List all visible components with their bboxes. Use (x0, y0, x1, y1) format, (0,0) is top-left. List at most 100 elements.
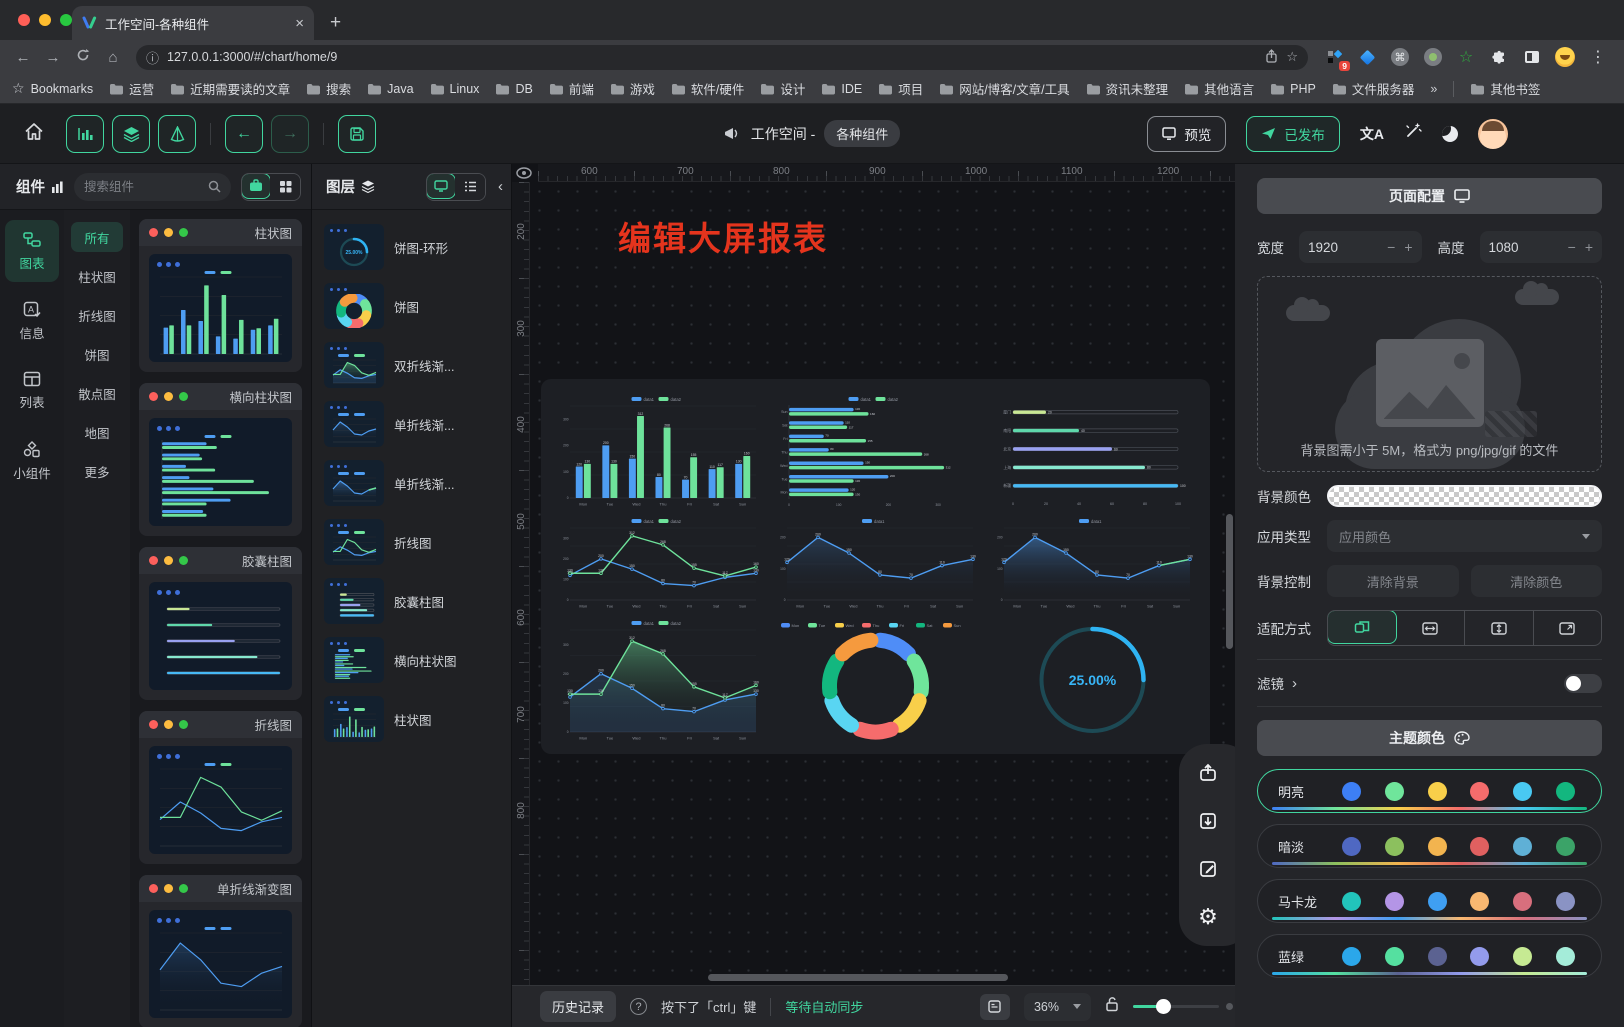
layer-item[interactable]: 胶囊柱图 (324, 578, 499, 624)
share-icon[interactable] (1265, 49, 1278, 66)
search-input[interactable] (84, 180, 202, 194)
publish-button[interactable]: 已发布 (1246, 116, 1340, 152)
adapt-stretch-button[interactable] (1534, 611, 1602, 645)
category-item[interactable]: 折线图 (71, 300, 123, 330)
close-window-button[interactable] (18, 14, 30, 26)
browser-forward-icon[interactable]: → (40, 49, 66, 66)
page-config-header[interactable]: 页面配置 (1257, 178, 1602, 214)
bookmark-folder[interactable]: 搜索 (306, 79, 351, 98)
layer-item[interactable]: 饼图 (324, 283, 499, 329)
category-item[interactable]: 柱状图 (71, 261, 123, 291)
history-button[interactable]: 历史记录 (540, 991, 616, 1022)
extension-diamond-icon[interactable] (1357, 47, 1377, 67)
single-line-area-chart[interactable]: data101002001202001508070110130MonTueWed… (991, 517, 1194, 609)
increase-height-icon[interactable]: + (1585, 239, 1593, 255)
minimize-window-button[interactable] (39, 14, 51, 26)
category-item[interactable]: 饼图 (71, 339, 123, 369)
component-card[interactable]: 柱状图 (139, 219, 302, 372)
settings-gear-icon[interactable]: ⚙ (1191, 900, 1225, 934)
bookmark-folder[interactable]: Linux (430, 79, 480, 98)
help-icon[interactable]: ? (630, 998, 647, 1015)
clear-color-button[interactable]: 清除颜色 (1471, 565, 1603, 597)
bookmark-folder[interactable]: 其他语言 (1184, 79, 1254, 98)
bookmark-folder[interactable]: PHP (1270, 79, 1316, 98)
single-view-toggle[interactable] (241, 173, 271, 199)
layer-item[interactable]: 双折线渐... (324, 342, 499, 388)
component-card[interactable]: 单折线渐变图 (139, 875, 302, 1027)
decrease-width-icon[interactable]: − (1387, 239, 1395, 255)
width-value[interactable]: 1920 (1308, 240, 1379, 255)
layers-toggle-button[interactable] (112, 115, 150, 153)
lock-icon[interactable] (1105, 996, 1119, 1017)
line-chart[interactable]: data1data2010020030012020015080701101301… (557, 517, 760, 609)
magic-wand-icon[interactable] (1404, 122, 1422, 145)
tab-close-icon[interactable]: × (295, 15, 304, 32)
extension-grid-icon[interactable]: 9 (1324, 47, 1344, 67)
user-avatar[interactable] (1478, 119, 1508, 149)
layer-item[interactable]: 25.00%饼图-环形 (324, 224, 499, 270)
layer-item[interactable]: 横向柱状图 (324, 637, 499, 683)
extension-dot-icon[interactable] (1423, 47, 1443, 67)
list-view-toggle[interactable] (455, 174, 485, 200)
category-item[interactable]: 地图 (71, 417, 123, 447)
capsule-bar-chart[interactable]: 厦门20南阳40北京60上海80新疆100020406080100 (991, 395, 1194, 507)
import-button[interactable] (1191, 804, 1225, 838)
canvas-text-title[interactable]: 编辑大屏报表 (618, 212, 828, 260)
layer-item[interactable]: 折线图 (324, 519, 499, 565)
clear-background-button[interactable]: 清除背景 (1327, 565, 1459, 597)
extensions-puzzle-icon[interactable] (1489, 47, 1509, 67)
shortcut-panel-button[interactable] (980, 994, 1010, 1020)
canvas-body[interactable]: 编辑大屏报表 data1data201002003001201302001301… (530, 182, 1235, 985)
nav-item-list[interactable]: 列表 (5, 360, 59, 422)
preview-button[interactable]: 预览 (1147, 116, 1226, 152)
component-card[interactable]: 胶囊柱图 (139, 547, 302, 700)
theme-color-header[interactable]: 主题颜色 (1257, 720, 1602, 756)
extension-command-icon[interactable]: ⌘ (1390, 47, 1410, 67)
theme-row[interactable]: 马卡龙 (1257, 879, 1602, 923)
undo-button[interactable]: ← (225, 115, 263, 153)
bookmark-folder[interactable]: 软件/硬件 (671, 79, 744, 98)
dashboard-preview[interactable]: data1data2010020030012013020013015031280… (541, 379, 1210, 754)
components-toggle-button[interactable] (66, 115, 104, 153)
height-value[interactable]: 1080 (1489, 240, 1560, 255)
address-bar[interactable]: ⓘ 127.0.0.1:3000/#/chart/home/9 ☆ (136, 45, 1308, 70)
details-toggle-button[interactable] (158, 115, 196, 153)
dark-mode-icon[interactable] (1442, 126, 1458, 142)
bar-chart[interactable]: data1data2010020030012013020013015031280… (557, 395, 760, 507)
horizontal-scrollbar[interactable] (708, 974, 1008, 981)
apply-type-select[interactable]: 应用颜色 (1327, 520, 1602, 552)
browser-home-icon[interactable]: ⌂ (100, 49, 126, 66)
layer-item[interactable]: 单折线渐... (324, 401, 499, 447)
side-panel-icon[interactable] (1522, 47, 1542, 67)
bookmark-folder[interactable]: IDE (821, 79, 862, 98)
component-card[interactable]: 折线图 (139, 711, 302, 864)
collapse-panel-icon[interactable]: ‹ (498, 178, 503, 195)
bookmark-folder[interactable]: DB (495, 79, 532, 98)
increase-width-icon[interactable]: + (1404, 239, 1412, 255)
adapt-scale-button[interactable] (1327, 610, 1397, 644)
layer-item[interactable]: 单折线渐... (324, 460, 499, 506)
height-input[interactable]: 1080 −+ (1480, 231, 1603, 263)
maximize-window-button[interactable] (60, 14, 72, 26)
redo-button[interactable]: → (271, 115, 309, 153)
url-text[interactable]: 127.0.0.1:3000/#/chart/home/9 (167, 50, 1257, 64)
site-info-icon[interactable]: ⓘ (146, 48, 159, 67)
component-search[interactable] (74, 173, 231, 201)
profile-avatar-icon[interactable] (1555, 47, 1575, 67)
home-icon[interactable] (24, 122, 44, 146)
nav-item-info[interactable]: A 信息 (5, 290, 59, 352)
dual-line-gradient-chart[interactable]: data1data2010020030012020015080701101301… (557, 619, 760, 741)
bookmark-folder[interactable]: 游戏 (610, 79, 655, 98)
bookmark-folder[interactable]: 网站/博客/文章/工具 (939, 79, 1069, 98)
browser-menu-icon[interactable]: ⋮ (1588, 47, 1608, 67)
ring-pie-chart[interactable]: MonTueWedThuFriSatSun (774, 619, 977, 741)
color-picker-swatch[interactable] (1327, 485, 1602, 507)
bookmark-folder[interactable]: 项目 (878, 79, 923, 98)
export-button[interactable] (1191, 756, 1225, 790)
bookmarks-overflow-icon[interactable]: » (1430, 82, 1437, 96)
macos-traffic-lights[interactable] (18, 14, 72, 26)
vertical-scrollbar[interactable] (1226, 514, 1233, 649)
bookmark-folder[interactable]: 近期需要读的文章 (170, 79, 290, 98)
language-icon[interactable]: 文A (1360, 124, 1384, 144)
slider-handle[interactable] (1156, 999, 1171, 1014)
